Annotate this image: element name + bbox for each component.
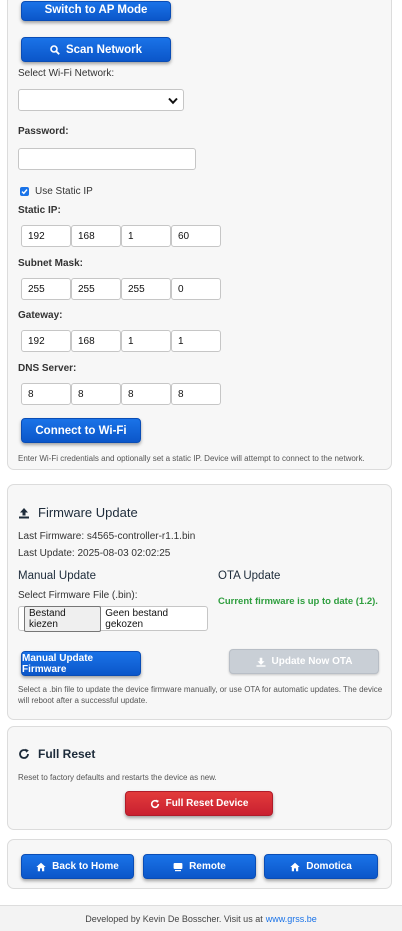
full-reset-title: Full Reset: [18, 747, 95, 761]
dns-label: DNS Server:: [18, 363, 77, 374]
static-ip-octet-2[interactable]: 168: [71, 225, 121, 247]
wifi-network-select[interactable]: [18, 89, 184, 111]
settings-page: Switch to AP Mode Scan Network Select Wi…: [0, 0, 402, 931]
subnet-octet-3[interactable]: 255: [121, 278, 171, 300]
dns-octet-4[interactable]: 8: [171, 383, 221, 405]
static-ip-checkbox[interactable]: [20, 187, 29, 196]
firmware-help-text: Select a .bin file to update the device …: [18, 685, 383, 705]
gateway-octet-1[interactable]: 192: [21, 330, 71, 352]
subnet-octet-4[interactable]: 0: [171, 278, 221, 300]
home-icon: [290, 862, 300, 871]
full-reset-button[interactable]: Full Reset Device: [125, 791, 273, 816]
search-icon: [50, 44, 60, 55]
static-ip-label: Static IP:: [18, 205, 61, 216]
static-ip-checkbox-row[interactable]: Use Static IP: [20, 186, 93, 197]
update-ota-button[interactable]: Update Now OTA: [229, 649, 379, 674]
connect-wifi-button[interactable]: Connect to Wi-Fi: [21, 418, 141, 443]
last-firmware-text: Last Firmware: s4565-controller-r1.1.bin: [18, 531, 196, 542]
subnet-octet-2[interactable]: 255: [71, 278, 121, 300]
full-reset-card: Full Reset Reset to factory defaults and…: [7, 726, 392, 830]
scan-network-button[interactable]: Scan Network: [21, 37, 171, 62]
ota-update-title: OTA Update: [218, 570, 281, 582]
home-icon: [36, 862, 46, 871]
check-icon: [21, 189, 28, 195]
wifi-help-text: Enter Wi-Fi credentials and optionally s…: [18, 454, 365, 463]
gateway-octet-2[interactable]: 168: [71, 330, 121, 352]
full-reset-description: Reset to factory defaults and restarts t…: [18, 773, 217, 782]
password-label: Password:: [18, 126, 69, 137]
refresh-icon: [150, 799, 159, 808]
download-icon: [256, 657, 266, 667]
gateway-label: Gateway:: [18, 310, 63, 321]
select-firmware-label: Select Firmware File (.bin):: [18, 590, 138, 601]
subnet-octet-1[interactable]: 255: [21, 278, 71, 300]
remote-button[interactable]: Remote: [143, 854, 256, 879]
refresh-icon: [19, 748, 29, 759]
chevron-down-icon: [168, 97, 178, 105]
firmware-title: Firmware Update: [18, 505, 138, 520]
upload-icon: [19, 507, 29, 518]
dns-octet-3[interactable]: 8: [121, 383, 171, 405]
switch-ap-mode-button[interactable]: Switch to AP Mode: [21, 1, 171, 21]
ota-status-text: Current firmware is up to date (1.2).: [218, 596, 378, 607]
gateway-octet-3[interactable]: 1: [121, 330, 171, 352]
static-ip-octet-1[interactable]: 192: [21, 225, 71, 247]
dns-octet-1[interactable]: 8: [21, 383, 71, 405]
manual-update-button[interactable]: Manual Update Firmware: [21, 651, 141, 676]
subnet-label: Subnet Mask:: [18, 258, 84, 269]
gateway-octet-4[interactable]: 1: [171, 330, 221, 352]
no-file-chosen-text: Geen bestand gekozen: [105, 607, 169, 630]
navigation-card: Back to Home Remote Domotica: [7, 839, 392, 889]
wifi-network-label: Select Wi-Fi Network:: [18, 68, 115, 79]
footer-link[interactable]: www.grss.be: [266, 914, 317, 924]
password-field[interactable]: [18, 148, 196, 170]
firmware-file-input[interactable]: Bestand kiezen Geen bestand gekozen: [18, 605, 208, 632]
tv-icon: [173, 862, 183, 871]
static-ip-octet-3[interactable]: 1: [121, 225, 171, 247]
manual-update-title: Manual Update: [18, 570, 96, 582]
firmware-update-card: Firmware Update Last Firmware: s4565-con…: [7, 484, 392, 720]
last-update-text: Last Update: 2025-08-03 02:02:25: [18, 548, 171, 559]
page-footer: Developed by Kevin De Bosscher. Visit us…: [0, 905, 402, 931]
dns-octet-2[interactable]: 8: [71, 383, 121, 405]
choose-file-button[interactable]: Bestand kiezen: [24, 605, 102, 632]
static-ip-octet-4[interactable]: 60: [171, 225, 221, 247]
domotica-button[interactable]: Domotica: [264, 854, 378, 879]
wifi-settings-card: Switch to AP Mode Scan Network Select Wi…: [7, 0, 392, 470]
footer-text: Developed by Kevin De Bosscher. Visit us…: [85, 913, 263, 924]
back-home-button[interactable]: Back to Home: [21, 854, 134, 879]
